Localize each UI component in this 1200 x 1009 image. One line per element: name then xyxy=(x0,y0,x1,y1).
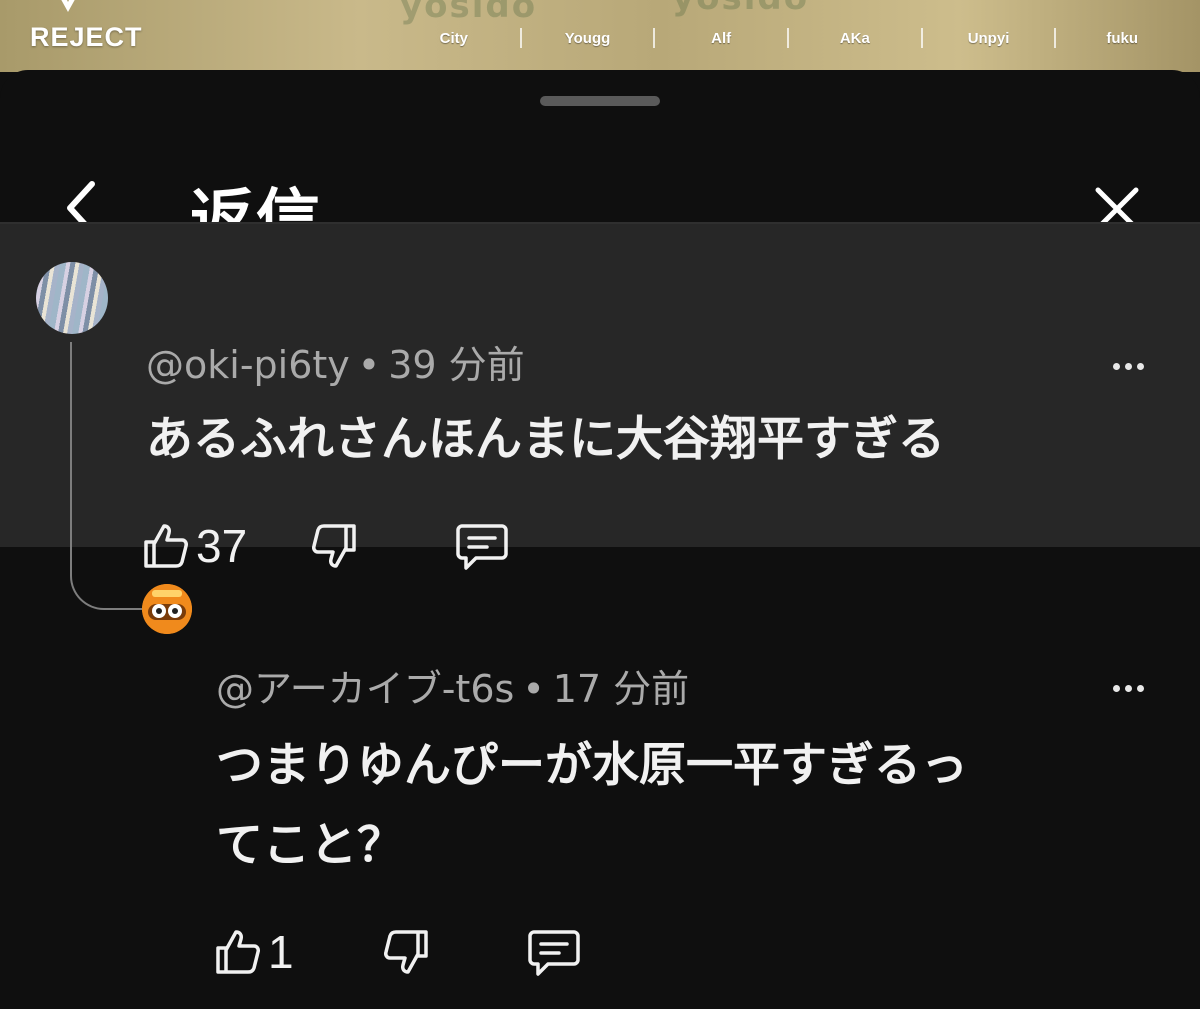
comment-text: つまりゆんぴーが水原一平すぎるっ てこと？ xyxy=(216,726,968,886)
comment-author[interactable]: @oki-pi6ty xyxy=(146,343,350,387)
drag-handle[interactable] xyxy=(540,96,660,106)
banner-logo: REJECT xyxy=(30,22,143,52)
thumbs-up-icon xyxy=(144,524,188,568)
comment-icon xyxy=(528,930,580,976)
banner-name: AKa xyxy=(839,29,870,47)
more-options-button[interactable] xyxy=(1104,346,1152,386)
comment-text: あるふれさんほんまに大谷翔平すぎる xyxy=(146,412,945,467)
thumbs-up-icon xyxy=(216,930,260,974)
banner-name: Alf xyxy=(711,29,732,47)
banner-name: fuku xyxy=(1106,29,1139,47)
dot-icon xyxy=(1136,684,1144,692)
avatar[interactable] xyxy=(142,584,192,634)
banner-name: Unpyi xyxy=(967,29,1010,47)
banner-watermark: yosido xyxy=(672,0,809,18)
reply-button[interactable] xyxy=(454,516,510,576)
reply-button[interactable] xyxy=(526,922,582,982)
logo-mark-icon xyxy=(61,0,75,12)
comment-meta: @oki-pi6ty • 39 分前 xyxy=(146,334,525,389)
banner-name: Yougg xyxy=(564,29,611,47)
dislike-button[interactable] xyxy=(308,516,360,576)
comment-time: 39 分前 xyxy=(388,343,525,387)
comment-actions: 37 xyxy=(140,516,540,576)
thumbs-down-icon xyxy=(384,930,428,974)
comment-meta: @アーカイブ-t6s • 17 分前 xyxy=(216,658,689,713)
comment-icon xyxy=(456,524,508,570)
comment-text-line: つまりゆんぴーが水原一平すぎるっ xyxy=(216,738,968,793)
more-options-button[interactable] xyxy=(1104,668,1152,708)
dot-icon xyxy=(1136,362,1144,370)
dislike-button[interactable] xyxy=(380,922,432,982)
like-button[interactable]: 37 xyxy=(140,516,247,576)
dot-icon xyxy=(1124,684,1132,692)
dot-icon xyxy=(1124,362,1132,370)
comment-author[interactable]: @アーカイブ-t6s xyxy=(216,667,514,711)
dot-icon xyxy=(1112,684,1120,692)
comment-actions: 1 xyxy=(212,922,612,982)
thumbs-down-icon xyxy=(312,524,356,568)
meta-separator: • xyxy=(357,343,381,387)
like-button[interactable]: 1 xyxy=(212,922,294,982)
banner-watermark: yosido xyxy=(400,0,538,26)
banner-name: City xyxy=(439,29,468,47)
comment-time: 17 分前 xyxy=(552,667,690,711)
replies-page: yosido yosido REJECT City Yougg Alf AKa … xyxy=(0,0,1200,1009)
avatar[interactable] xyxy=(36,262,108,334)
like-count: 37 xyxy=(196,520,248,572)
like-count: 1 xyxy=(268,926,294,978)
meta-separator: • xyxy=(522,667,545,711)
comment-text-line: てこと？ xyxy=(216,818,404,873)
avatar-face-icon xyxy=(142,584,192,634)
video-banner[interactable]: yosido yosido REJECT City Yougg Alf AKa … xyxy=(0,0,1200,72)
thread-connector xyxy=(70,342,142,610)
dot-icon xyxy=(1112,362,1120,370)
banner-member-names: City Yougg Alf AKa Unpyi fuku xyxy=(388,26,1188,50)
